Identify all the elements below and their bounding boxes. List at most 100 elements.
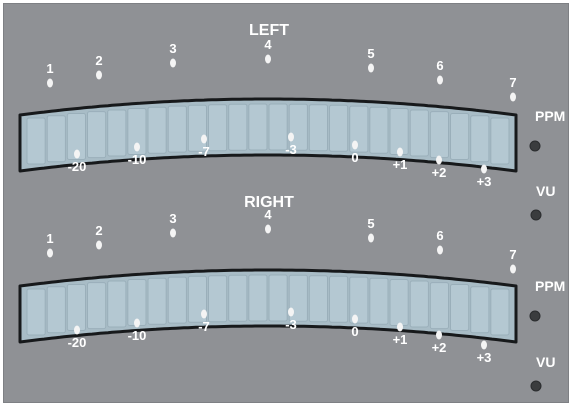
vu-scale-label: -3 — [285, 317, 297, 332]
led-segment — [107, 280, 127, 328]
ppm-scale-label: 5 — [367, 46, 374, 61]
vu-scale-dot — [74, 149, 80, 159]
vu-indicator-label: VU — [536, 183, 555, 199]
ppm-scale-dot — [265, 224, 271, 234]
vu-indicator-led — [530, 380, 542, 392]
ppm-scale-dot — [265, 54, 271, 64]
ppm-scale-label: 6 — [436, 228, 443, 243]
ppm-scale-dot — [170, 228, 176, 238]
led-segment — [490, 117, 510, 165]
ppm-indicator-label: PPM — [535, 108, 565, 124]
led-segment — [369, 277, 389, 325]
vu-scale-label: +3 — [477, 174, 492, 189]
vu-scale-label: +1 — [393, 157, 408, 172]
led-segment — [66, 284, 87, 331]
led-segment — [308, 275, 328, 323]
led-segment — [329, 104, 349, 152]
led-segment — [107, 109, 127, 157]
vu-indicator-label: VU — [536, 354, 555, 370]
vu-scale-dot — [74, 325, 80, 335]
led-segment — [26, 117, 46, 165]
led-segment — [490, 288, 510, 336]
led-segment — [228, 274, 248, 322]
ppm-scale-dot — [170, 58, 176, 68]
led-segment — [308, 104, 328, 152]
vu-scale-dot — [352, 314, 358, 324]
vu-scale-dot — [134, 318, 140, 328]
led-segment — [329, 275, 349, 323]
led-segment — [349, 276, 369, 324]
ppm-scale-dot — [437, 75, 443, 85]
led-segment — [429, 111, 449, 159]
vu-scale-dot — [352, 140, 358, 150]
ppm-scale-label: 3 — [169, 211, 176, 226]
vu-scale-label: -3 — [285, 142, 297, 157]
vu-scale-label: +2 — [432, 165, 447, 180]
vu-scale-label: -10 — [128, 152, 147, 167]
meter-bridge-panel: LEFT 1 2 3 4 5 6 7 -20 -10 -7 -3 0 +1 +2 +3 PPM VU RIGHT 1 2… — [3, 3, 569, 403]
led-segment — [248, 274, 268, 322]
ppm-scale-label: 5 — [367, 216, 374, 231]
led-segment — [208, 104, 228, 152]
ppm-scale-label: 6 — [436, 58, 443, 73]
ppm-scale-label: 1 — [46, 61, 53, 76]
vu-scale-label: 0 — [351, 324, 358, 339]
vu-scale-dot — [201, 309, 207, 319]
led-segment — [389, 108, 409, 155]
vu-scale-dot — [201, 134, 207, 144]
ppm-scale-dot — [96, 240, 102, 250]
led-segment — [409, 109, 429, 157]
ppm-scale-label: 7 — [509, 75, 516, 90]
ppm-scale-label: 4 — [264, 207, 272, 222]
vu-scale-label: +3 — [477, 350, 492, 365]
led-segment — [450, 284, 470, 331]
led-segment — [46, 286, 66, 334]
ppm-scale-dot — [437, 245, 443, 255]
vu-scale-dot — [436, 155, 442, 165]
ppm-scale-dot — [96, 70, 102, 80]
led-segment — [228, 103, 248, 151]
ppm-indicator-label: PPM — [535, 278, 565, 294]
vu-indicator-led — [530, 209, 542, 221]
led-segment — [450, 113, 470, 160]
vu-scale-label: +2 — [432, 340, 447, 355]
ppm-scale-label: 3 — [169, 41, 176, 56]
meters-drawing: LEFT123 4567-20 -10-7 -30 +1+2+3PPMVURIGHT12… — [18, 22, 565, 392]
vu-scale-dot — [481, 340, 487, 350]
ppm-indicator-led — [529, 140, 541, 152]
led-segment — [268, 274, 288, 322]
vu-scale-label: -7 — [198, 319, 210, 334]
led-segment — [470, 115, 490, 163]
ppm-scale-label: 2 — [95, 223, 102, 238]
led-segment — [167, 276, 187, 324]
vu-scale-dot — [397, 147, 403, 157]
ppm-scale-label: 4 — [264, 37, 272, 52]
ppm-scale-dot — [510, 92, 516, 102]
led-segment — [46, 115, 66, 163]
led-segment — [429, 282, 449, 330]
vu-scale-dot — [288, 132, 294, 142]
led-segment — [147, 106, 167, 154]
ppm-scale-label: 7 — [509, 247, 516, 262]
led-segment — [369, 106, 389, 154]
led-segment — [147, 277, 167, 325]
led-segment — [208, 275, 228, 323]
vu-scale-label: -20 — [68, 159, 87, 174]
vu-scale-label: -10 — [128, 328, 147, 343]
vu-scale-label: 0 — [351, 150, 358, 165]
meter-left: LEFT123 4567-20 -10-7 -30 +1+2+3PPMVU — [18, 22, 565, 221]
led-segment — [248, 103, 268, 151]
ppm-scale-dot — [368, 233, 374, 243]
vu-scale-dot — [436, 330, 442, 340]
led-segment — [389, 279, 409, 326]
vu-scale-dot — [397, 322, 403, 332]
ppm-scale-dot — [368, 63, 374, 73]
vu-scale-dot — [134, 142, 140, 152]
vu-scale-dot — [481, 164, 487, 174]
ppm-indicator-led — [529, 310, 541, 322]
vu-scale-label: +1 — [393, 332, 408, 347]
led-segment — [470, 286, 490, 334]
ppm-scale-dot — [47, 78, 53, 88]
led-segment — [87, 111, 107, 159]
meter-right: RIGHT123 4567-20 -10-7 -3 0+1+2+3PPMVU — [18, 194, 565, 392]
